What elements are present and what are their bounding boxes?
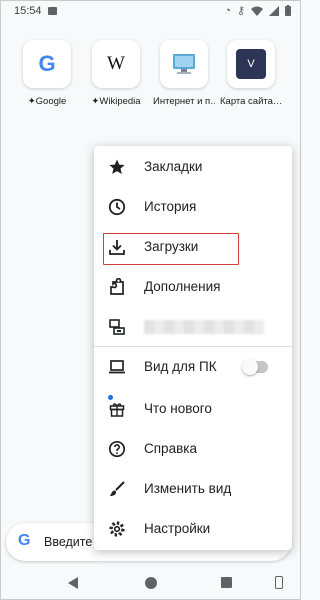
recents-icon[interactable] <box>221 577 232 588</box>
menu-divider <box>94 346 292 347</box>
menu-item-sync-devices[interactable] <box>94 307 292 347</box>
v-logo-icon: V <box>227 40 275 88</box>
new-badge-dot <box>108 395 113 400</box>
alarm-icon: ◔ <box>224 4 231 17</box>
menu-item-bookmarks[interactable]: Закладки <box>94 147 292 187</box>
tile-label: ✦Wikipedia <box>91 96 141 107</box>
toggle-knob <box>242 359 258 375</box>
search-input[interactable]: Введите <box>44 535 92 549</box>
menu-item-label: Что нового <box>144 401 212 416</box>
signal-icon <box>269 5 279 16</box>
menu-item-label: Вид для ПК <box>144 359 217 374</box>
desktop-view-toggle[interactable] <box>242 359 268 375</box>
menu-item-label: Настройки <box>144 521 211 536</box>
tile-wikipedia[interactable]: W ✦Wikipedia <box>85 40 147 107</box>
menu-item-label: Справка <box>144 441 197 456</box>
menu-item-history[interactable]: История <box>94 187 292 227</box>
image-notification-icon <box>48 7 57 15</box>
menu-item-label: Закладки <box>144 159 203 174</box>
gift-icon <box>109 403 125 417</box>
help-icon <box>108 440 126 458</box>
computer-monitor-icon <box>160 40 208 88</box>
tile-internet[interactable]: Интернет и п… <box>153 40 215 107</box>
star-icon <box>109 159 125 174</box>
google-g-icon: G <box>18 532 31 549</box>
menu-item-label: Дополнения <box>144 279 221 294</box>
key-icon: ⚷ <box>236 5 245 17</box>
tile-google[interactable]: G ✦Google <box>16 40 78 107</box>
blurred-account-text <box>144 320 264 334</box>
gear-icon <box>109 521 125 537</box>
wikipedia-logo-icon: W <box>92 40 140 88</box>
status-icons: ◔ ⚷ <box>224 4 291 17</box>
clock-icon <box>108 198 126 216</box>
rotate-icon[interactable] <box>275 576 283 589</box>
back-icon[interactable] <box>68 577 78 589</box>
tile-label: Карта сайта… <box>220 96 282 107</box>
menu-item-change-view[interactable]: Изменить вид <box>94 469 292 509</box>
status-time: 15:54 <box>14 5 42 17</box>
tile-sitemap[interactable]: V Карта сайта… <box>220 40 282 107</box>
menu-item-extensions[interactable]: Дополнения <box>94 267 292 307</box>
devices-icon <box>109 319 125 335</box>
menu-item-label: История <box>144 199 197 214</box>
status-bar: 15:54 ◔ ⚷ <box>0 0 301 24</box>
downloads-highlight-box <box>103 233 239 265</box>
menu-item-desktop-view[interactable]: Вид для ПК <box>94 347 292 387</box>
laptop-icon <box>109 360 125 374</box>
navigation-bar <box>0 566 301 600</box>
google-logo-icon: G <box>23 40 71 88</box>
home-icon[interactable] <box>145 577 157 589</box>
wifi-icon <box>251 6 263 16</box>
overflow-menu: Закладки История Загрузки Дополнения Вид… <box>94 146 292 550</box>
menu-item-settings[interactable]: Настройки <box>94 509 292 549</box>
brush-icon <box>110 481 125 496</box>
puzzle-icon <box>110 278 124 295</box>
tile-label: Интернет и п… <box>153 96 215 107</box>
menu-item-whats-new[interactable]: Что нового <box>94 389 292 429</box>
menu-item-help[interactable]: Справка <box>94 429 292 469</box>
pin-icon: ✦ <box>27 96 36 107</box>
tile-label: ✦Google <box>27 96 67 107</box>
battery-icon <box>285 5 291 16</box>
menu-item-label: Изменить вид <box>144 481 232 496</box>
